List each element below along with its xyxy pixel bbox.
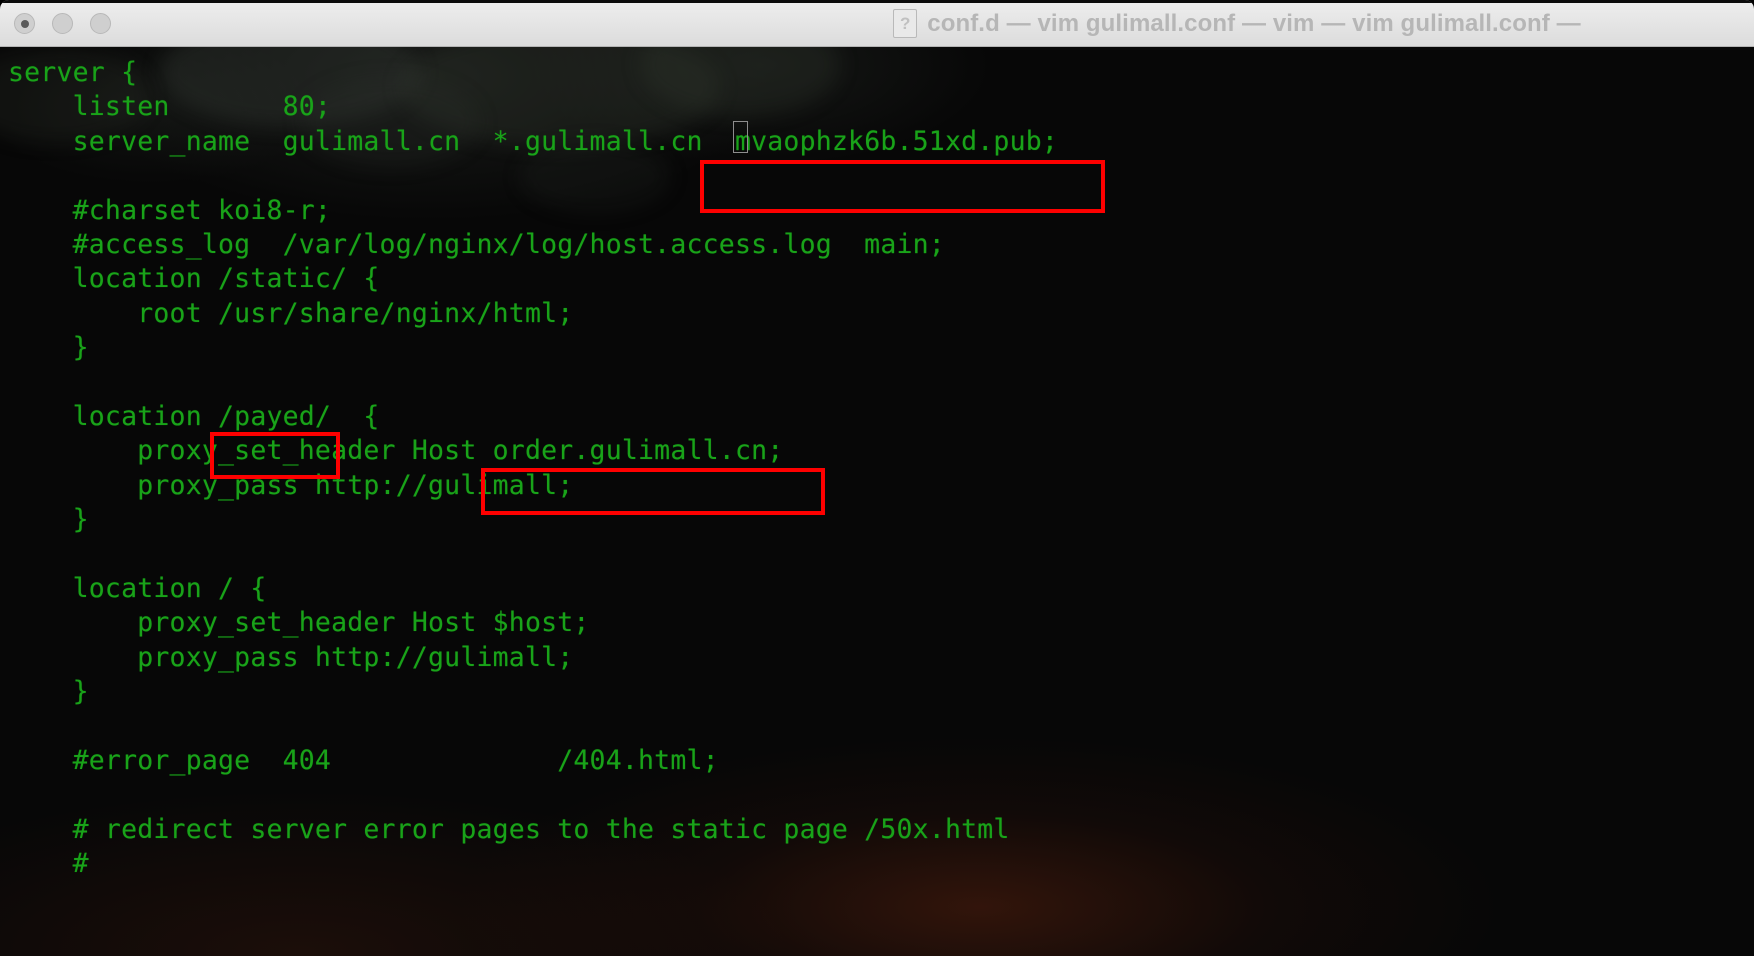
editor-line-text: location /static/ { (8, 263, 380, 295)
editor-text-area[interactable]: server { listen 80; server_name gulimall… (0, 47, 1754, 881)
editor-line: #charset koi8-r; (8, 194, 1754, 228)
editor-line-text: listen 80; (8, 91, 332, 123)
window-titlebar[interactable]: ? conf.d — vim gulimall.conf — vim — vim… (0, 0, 1754, 47)
editor-line: location /static/ { (8, 262, 1754, 296)
editor-line-text: location /payed/ { (8, 400, 380, 432)
editor-line: proxy_set_header Host order.gulimall.cn; (8, 434, 1754, 468)
vim-block-cursor: m (732, 120, 751, 159)
editor-line: #access_log /var/log/nginx/log/host.acce… (8, 228, 1754, 262)
editor-line: location / { (8, 572, 1754, 606)
editor-line-text: proxy_pass http://gulimall; (8, 469, 574, 501)
editor-line-text: # (8, 847, 89, 879)
editor-line-text: server_name gulimall.cn *.gulimall.cn (8, 125, 735, 157)
editor-line-text: #access_log /var/log/nginx/log/host.acce… (8, 228, 945, 260)
traffic-light-group (14, 13, 111, 34)
editor-line-text: # redirect server error pages to the sta… (8, 813, 1010, 845)
editor-line: proxy_set_header Host $host; (8, 606, 1754, 640)
editor-line: proxy_pass http://gulimall; (8, 469, 1754, 503)
editor-line-text: } (8, 504, 89, 536)
editor-line-text: #charset koi8-r; (8, 194, 332, 226)
editor-line: # (8, 847, 1754, 881)
editor-line: server_name gulimall.cn *.gulimall.cn mv… (8, 120, 1754, 159)
zoom-button[interactable] (90, 13, 111, 34)
close-button[interactable] (14, 13, 35, 34)
editor-line: # redirect server error pages to the sta… (8, 813, 1754, 847)
editor-line: listen 80; (8, 90, 1754, 124)
document-icon: ? (893, 9, 918, 38)
editor-line: } (8, 331, 1754, 365)
editor-line: server { (8, 56, 1754, 90)
editor-line-text: } (8, 676, 89, 708)
editor-line-text: proxy_set_header Host order.gulimall.cn; (8, 435, 784, 467)
editor-line: location /payed/ { (8, 400, 1754, 434)
editor-line: #error_page 404 /404.html; (8, 744, 1754, 778)
minimize-button[interactable] (52, 13, 73, 34)
editor-line: } (8, 675, 1754, 709)
terminal-body[interactable]: server { listen 80; server_name gulimall… (0, 47, 1754, 956)
title-area: ? conf.d — vim gulimall.conf — vim — vim… (0, 0, 1754, 46)
editor-line-text: proxy_pass http://gulimall; (8, 641, 574, 673)
terminal-window: ? conf.d — vim gulimall.conf — vim — vim… (0, 0, 1754, 956)
editor-line-text: location / { (8, 572, 267, 604)
editor-line: proxy_pass http://gulimall; (8, 641, 1754, 675)
editor-line-text: proxy_set_header Host $host; (8, 607, 590, 639)
window-title: conf.d — vim gulimall.conf — vim — vim g… (927, 9, 1581, 37)
editor-line-text: #error_page 404 /404.html; (8, 744, 719, 776)
editor-line: } (8, 503, 1754, 537)
editor-line-text: server { (8, 57, 138, 88)
editor-line: root /usr/share/nginx/html; (8, 297, 1754, 331)
editor-line-text: root /usr/share/nginx/html; (8, 297, 574, 329)
editor-line-text: } (8, 332, 89, 364)
editor-line-text: vaophzk6b.51xd.pub; (751, 125, 1059, 157)
